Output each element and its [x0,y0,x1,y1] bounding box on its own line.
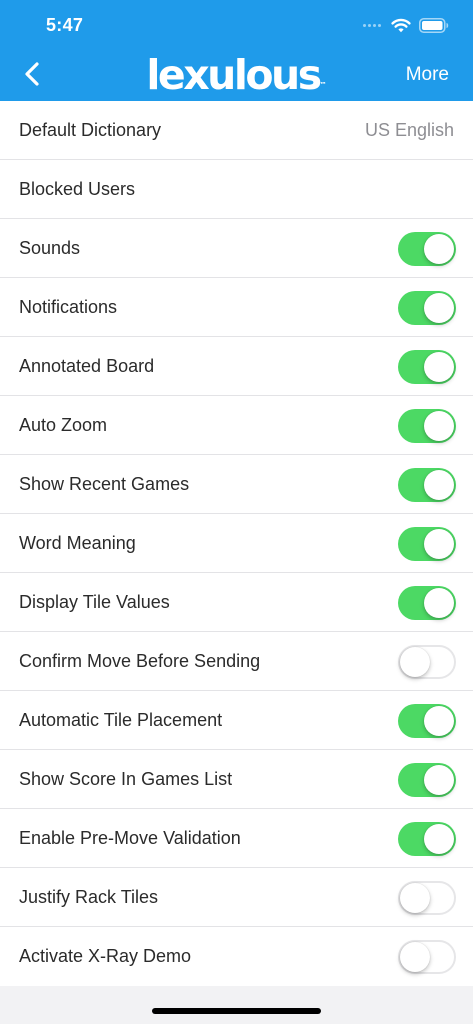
settings-row-label: Enable Pre-Move Validation [19,828,241,848]
sounds-toggle[interactable] [398,232,456,266]
settings-row-show-score-in-games-list[interactable]: Show Score In Games List [0,750,473,809]
word-meaning-toggle[interactable] [398,527,456,561]
settings-row-label: Automatic Tile Placement [19,710,223,730]
toggle-knob [424,706,454,736]
toggle-knob [424,234,454,264]
toggle-knob [400,883,430,913]
settings-row-label: Show Score In Games List [19,769,233,789]
settings-row-label: Activate X-Ray Demo [19,946,192,966]
more-button[interactable]: More [406,64,449,86]
toggle-knob [400,942,430,972]
enable-pre-move-validation-toggle[interactable] [398,822,456,856]
status-bar-icons [363,14,449,36]
show-recent-games-toggle[interactable] [398,468,456,502]
status-bar-time: 5:47 [46,15,84,35]
auto-zoom-toggle[interactable] [398,409,456,443]
settings-row-label: Confirm Move Before Sending [19,651,261,671]
home-indicator [152,1008,321,1014]
toggle-knob [424,765,454,795]
show-score-in-games-list-toggle[interactable] [398,763,456,797]
logo-text: lexulous [146,51,322,99]
activate-x-ray-demo-toggle[interactable] [398,940,456,974]
settings-row-automatic-tile-placement[interactable]: Automatic Tile Placement [0,691,473,750]
confirm-move-before-sending-toggle[interactable] [398,645,456,679]
toggle-knob [424,824,454,854]
wifi-icon [391,18,411,32]
app-header: 5:47 lexulous™ More [0,0,473,101]
settings-row-label: Word Meaning [19,533,136,553]
settings-row-display-tile-values[interactable]: Display Tile Values [0,573,473,632]
settings-row-auto-zoom[interactable]: Auto Zoom [0,396,473,455]
settings-row-label: Notifications [19,297,118,317]
settings-row-default-dictionary[interactable]: Default Dictionary US English [0,101,473,160]
logo-trademark: ™ [319,81,327,89]
justify-rack-tiles-toggle[interactable] [398,881,456,915]
settings-row-label: Justify Rack Tiles [19,887,159,907]
settings-row-label: Default Dictionary [19,120,162,140]
settings-row-label: Show Recent Games [19,474,190,494]
notifications-toggle[interactable] [398,291,456,325]
settings-row-show-recent-games[interactable]: Show Recent Games [0,455,473,514]
settings-row-confirm-move-before-sending[interactable]: Confirm Move Before Sending [0,632,473,691]
toggle-knob [424,352,454,382]
settings-row-notifications[interactable]: Notifications [0,278,473,337]
settings-row-activate-x-ray-demo[interactable]: Activate X-Ray Demo [0,927,473,986]
settings-row-annotated-board[interactable]: Annotated Board [0,337,473,396]
settings-row-label: Blocked Users [19,179,136,199]
settings-row-label: Auto Zoom [19,415,108,435]
app-logo: lexulous™ [0,49,473,101]
toggle-knob [424,293,454,323]
settings-row-justify-rack-tiles[interactable]: Justify Rack Tiles [0,868,473,927]
settings-row-enable-pre-move-validation[interactable]: Enable Pre-Move Validation [0,809,473,868]
automatic-tile-placement-toggle[interactable] [398,704,456,738]
settings-row-label: Display Tile Values [19,592,170,612]
display-tile-values-toggle[interactable] [398,586,456,620]
settings-row-label: Annotated Board [19,356,155,376]
dictionary-value: US English [364,120,454,140]
settings-row-blocked-users[interactable]: Blocked Users [0,160,473,219]
settings-row-sounds[interactable]: Sounds [0,219,473,278]
settings-row-label: Sounds [19,238,81,258]
toggle-knob [400,647,430,677]
cellular-signal-icon [363,23,381,27]
settings-list: Default Dictionary US English Blocked Us… [0,101,473,986]
toggle-knob [424,529,454,559]
toggle-knob [424,588,454,618]
toggle-knob [424,411,454,441]
battery-icon [419,17,449,33]
annotated-board-toggle[interactable] [398,350,456,384]
settings-row-word-meaning[interactable]: Word Meaning [0,514,473,573]
toggle-knob [424,470,454,500]
